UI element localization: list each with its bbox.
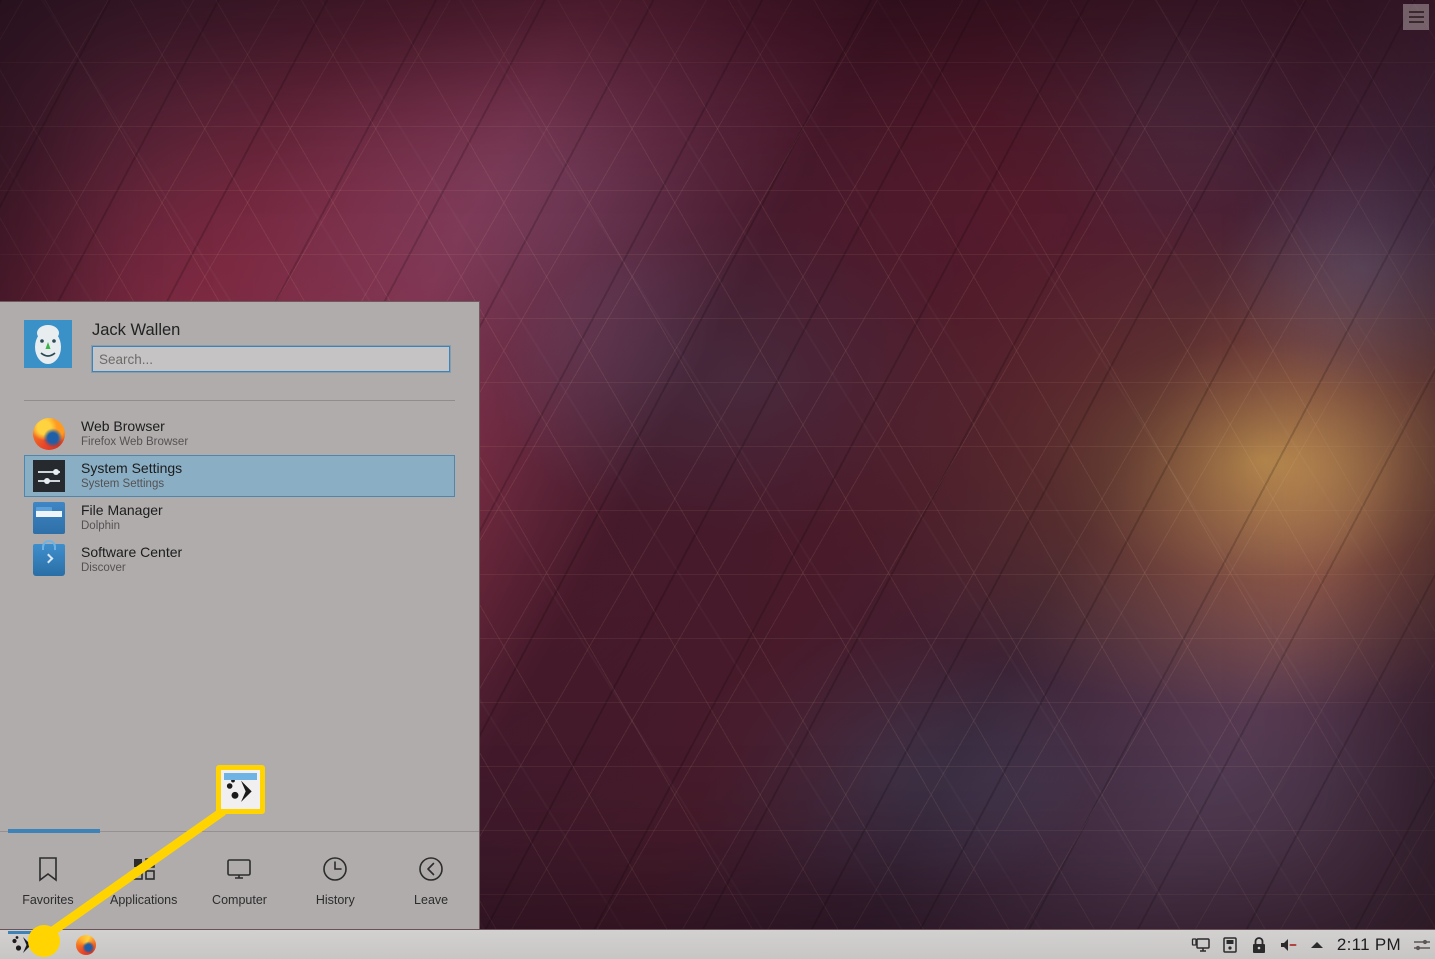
discover-icon (33, 540, 65, 576)
avatar[interactable] (24, 320, 72, 368)
network-icon[interactable] (1191, 935, 1211, 955)
tab-favorites[interactable]: Favorites (0, 832, 96, 929)
hamburger-icon-line (1408, 21, 1424, 23)
favorites-list: Web Browser Firefox Web Browser System S… (0, 401, 479, 831)
list-item-sublabel: Firefox Web Browser (81, 436, 189, 448)
active-tab-indicator (8, 829, 100, 833)
tab-label: Applications (109, 892, 178, 907)
kickoff-footer: Favorites Applications Computer History … (0, 829, 479, 929)
tab-label: Favorites (22, 892, 74, 907)
list-item-software-center[interactable]: Software Center Discover (24, 539, 455, 581)
task-manager (46, 930, 1191, 959)
tab-computer[interactable]: Computer (192, 832, 288, 929)
bookmark-icon (39, 856, 57, 882)
task-firefox[interactable] (76, 934, 96, 955)
panel-toolbox-button[interactable] (1409, 930, 1435, 959)
desktop-toolbox-button[interactable] (1403, 4, 1429, 30)
tab-applications[interactable]: Applications (96, 832, 192, 929)
application-launcher-button[interactable] (0, 930, 46, 959)
list-item-system-settings[interactable]: System Settings System Settings (24, 455, 455, 497)
list-item-label: File Manager (81, 502, 163, 518)
hamburger-icon-line (1408, 11, 1424, 13)
digital-clock[interactable]: 2:11 PM (1333, 935, 1409, 955)
tab-history[interactable]: History (287, 832, 383, 929)
tab-label: History (315, 892, 355, 907)
back-icon (419, 856, 443, 881)
grid-icon (132, 857, 155, 880)
folder-icon (33, 502, 65, 534)
tab-leave[interactable]: Leave (383, 832, 479, 929)
removable-media-icon[interactable] (1220, 935, 1240, 955)
launcher-active-indicator (8, 930, 38, 934)
user-name: Jack Wallen (92, 321, 181, 339)
plasma-icon (12, 935, 31, 953)
tab-label: Computer (212, 892, 267, 907)
kickoff-tab-bar: Favorites Applications Computer History … (0, 832, 479, 929)
clock-icon (323, 856, 348, 881)
firefox-icon (33, 418, 65, 450)
list-item-label: System Settings (81, 460, 183, 476)
monitor-icon (227, 858, 252, 879)
list-item-sublabel: System Settings (81, 478, 165, 490)
kickoff-user-block: Jack Wallen (91, 320, 455, 373)
system-tray (1191, 930, 1333, 959)
application-launcher-menu: Jack Wallen Web Browser Firefox Web Brow… (0, 301, 480, 929)
settings-icon (33, 460, 65, 492)
show-hidden-icon[interactable] (1307, 935, 1327, 955)
sliders-icon (1414, 939, 1430, 950)
list-item-label: Software Center (81, 544, 183, 560)
kickoff-header: Jack Wallen (0, 302, 479, 390)
taskbar-panel: 2:11 PM (0, 929, 1435, 959)
tab-label: Leave (414, 892, 449, 907)
hamburger-icon-line (1408, 16, 1424, 18)
volume-muted-icon[interactable] (1278, 935, 1298, 955)
list-item-sublabel: Discover (81, 562, 126, 574)
lock-icon[interactable] (1249, 935, 1269, 955)
list-item-label: Web Browser (81, 418, 165, 434)
list-item-web-browser[interactable]: Web Browser Firefox Web Browser (24, 413, 455, 455)
list-item-file-manager[interactable]: File Manager Dolphin (24, 497, 455, 539)
search-input[interactable] (91, 345, 451, 373)
list-item-sublabel: Dolphin (81, 520, 120, 532)
